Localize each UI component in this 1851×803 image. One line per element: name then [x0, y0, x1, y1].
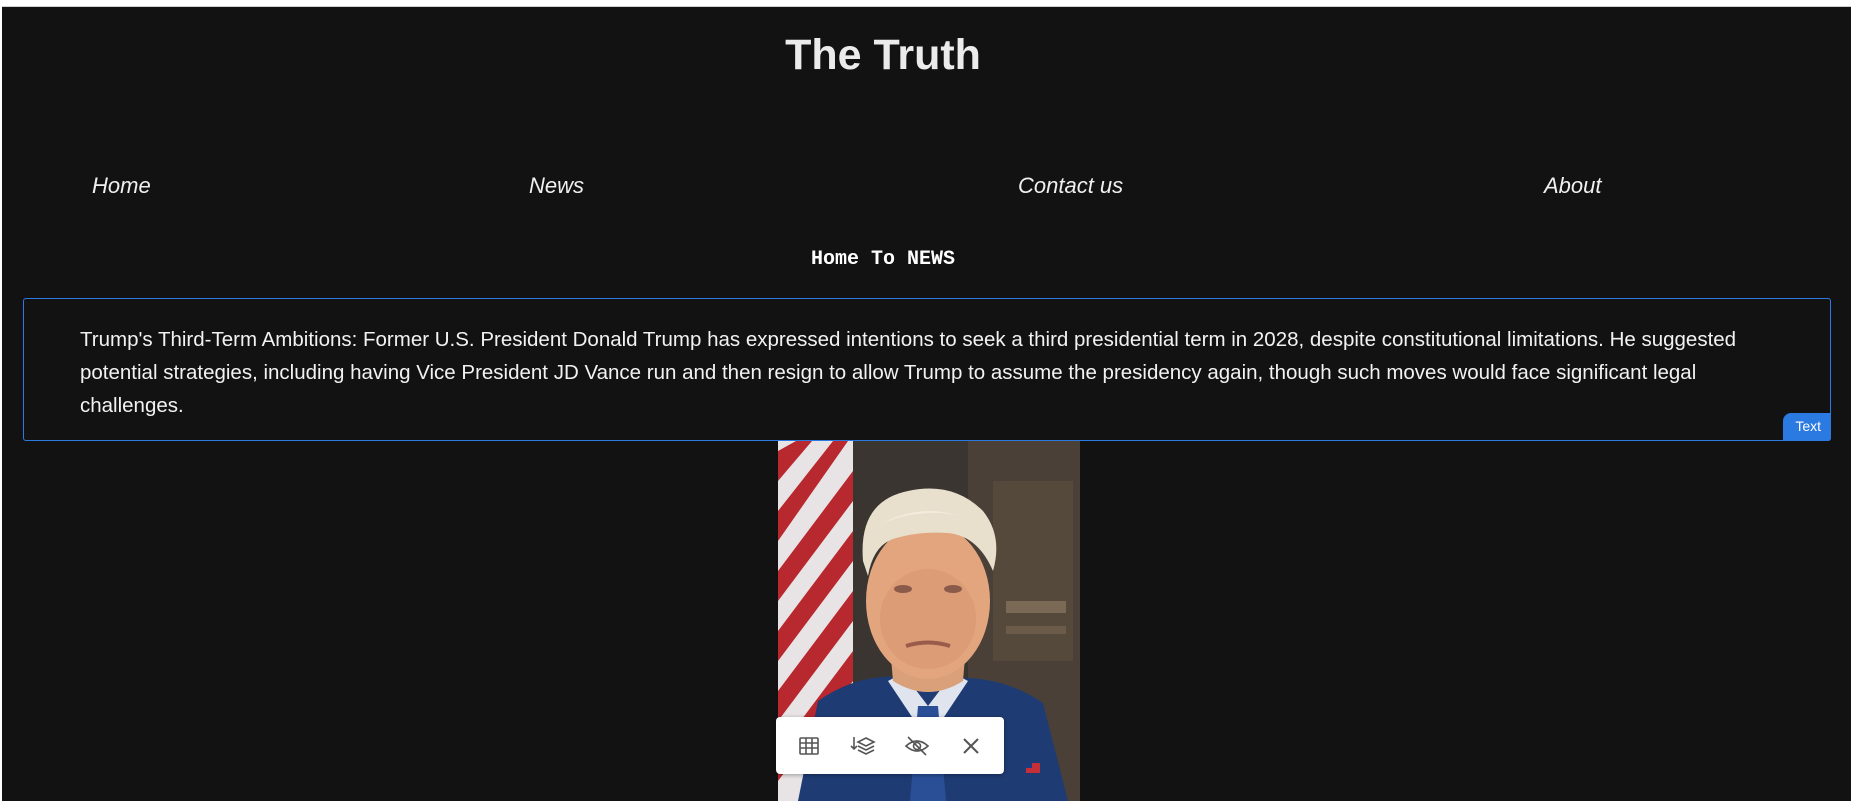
page: The Truth Home News Contact us About Hom… — [2, 6, 1851, 801]
nav-link-about[interactable]: About — [1544, 173, 1602, 199]
nav-link-contact-us[interactable]: Contact us — [1018, 173, 1123, 199]
eye-off-icon[interactable] — [897, 726, 937, 766]
article-text: Trump's Third-Term Ambitions: Former U.S… — [80, 328, 1737, 417]
text-block-badge[interactable]: Text — [1783, 413, 1831, 441]
table-icon[interactable] — [789, 726, 829, 766]
layers-sort-icon[interactable] — [843, 726, 883, 766]
close-icon[interactable] — [951, 726, 991, 766]
nav-link-news[interactable]: News — [529, 173, 584, 199]
section-heading: Home To NEWS — [810, 248, 956, 271]
floating-toolbar — [776, 717, 1004, 774]
article-text-block[interactable]: Trump's Third-Term Ambitions: Former U.S… — [23, 298, 1831, 441]
site-title: The Truth — [785, 31, 981, 79]
nav-link-home[interactable]: Home — [92, 173, 151, 199]
